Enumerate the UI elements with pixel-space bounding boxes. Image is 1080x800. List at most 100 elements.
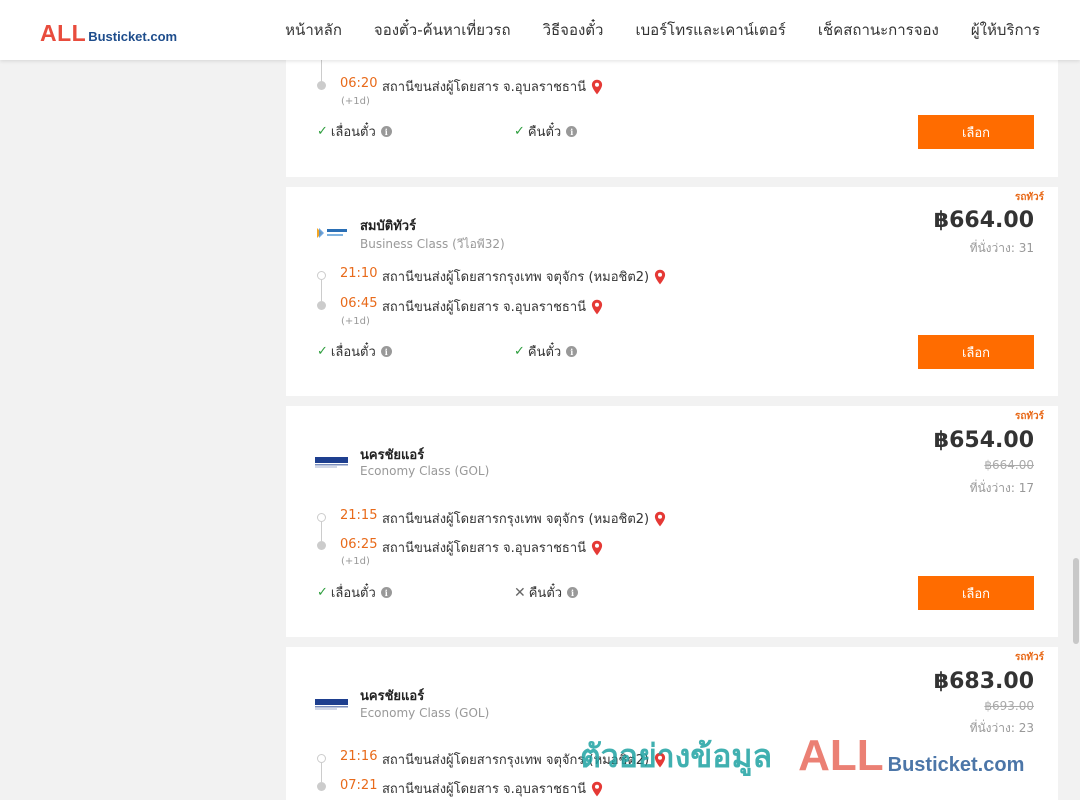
- map-pin-icon[interactable]: [654, 752, 666, 768]
- arrival-dot: [317, 541, 326, 550]
- operator-logo: [314, 225, 350, 241]
- site-logo[interactable]: ALL Busticket.com: [40, 20, 177, 46]
- info-icon[interactable]: i: [380, 346, 392, 357]
- feature-refund: ✓ คืนตั๋ว i: [514, 121, 578, 142]
- arrival-station: สถานีขนส่งผู้โดยสาร จ.อุบลราชธานี: [382, 296, 603, 317]
- main-nav: หน้าหลัก จองตั๋ว-ค้นหาเที่ยวรถ วิธีจองตั…: [253, 0, 1040, 60]
- arrival-dot: [317, 782, 326, 791]
- select-button[interactable]: เลือก: [918, 576, 1034, 610]
- check-icon: ✓: [317, 585, 328, 600]
- nakhonchai-air-logo-icon: [315, 699, 348, 710]
- arrival-dot: [317, 81, 326, 90]
- nav-contact-counters[interactable]: เบอร์โทรและเคาน์เตอร์: [635, 18, 785, 42]
- trip-card: รถทัวร์ สมบัติทัวร์ Business Class (วีไอ…: [286, 187, 1058, 396]
- info-icon[interactable]: i: [380, 587, 392, 598]
- arrival-time: 06:25: [340, 537, 378, 552]
- map-pin-icon[interactable]: [654, 511, 666, 527]
- plus-one-day: (+1d): [341, 96, 370, 107]
- logo-all: ALL: [40, 20, 87, 46]
- refund-label: คืนตั๋ว: [527, 125, 562, 140]
- nav-check-booking-status[interactable]: เช็คสถานะการจอง: [818, 18, 939, 42]
- departure-station-label: สถานีขนส่งผู้โดยสารกรุงเทพ จตุจักร (หมอช…: [382, 512, 650, 527]
- original-price: ฿693.00: [984, 699, 1034, 713]
- info-icon[interactable]: i: [567, 587, 579, 598]
- available-seats: ที่นั่งว่าง: 23: [969, 721, 1034, 735]
- departure-station: สถานีขนส่งผู้โดยสารกรุงเทพ จตุจักร (หมอช…: [382, 266, 666, 287]
- departure-station-label: สถานีขนส่งผู้โดยสารกรุงเทพ จตุจักร (หมอช…: [382, 270, 650, 285]
- info-icon[interactable]: i: [380, 126, 392, 137]
- trip-card: 06:20 สถานีขนส่งผู้โดยสาร จ.อุบลราชธานี …: [286, 40, 1058, 177]
- sombat-tour-logo-icon: [317, 228, 347, 238]
- cross-icon: ✕: [514, 584, 526, 601]
- available-seats: ที่นั่งว่าง: 17: [969, 481, 1034, 495]
- ticket-price: ฿664.00: [933, 208, 1034, 233]
- check-icon: ✓: [514, 124, 525, 139]
- departure-time: 21:10: [340, 266, 378, 281]
- feature-reschedule: ✓ เลื่อนตั๋ว i: [317, 582, 392, 603]
- trip-card: รถทัวร์ นครชัยแอร์ Economy Class (GOL) ฿…: [286, 647, 1058, 800]
- operator-logo: [314, 696, 350, 712]
- arrival-dot: [317, 301, 326, 310]
- nav-how-to-book[interactable]: วิธีจองตั๋ว: [543, 18, 604, 42]
- feature-reschedule: ✓ เลื่อนตั๋ว i: [317, 121, 392, 142]
- available-seats: ที่นั่งว่าง: 31: [969, 241, 1034, 255]
- arrival-time: 07:21: [340, 778, 378, 793]
- check-icon: ✓: [317, 344, 328, 359]
- select-button[interactable]: เลือก: [918, 115, 1034, 149]
- arrival-station: สถานีขนส่งผู้โดยสาร จ.อุบลราชธานี: [382, 778, 603, 799]
- departure-station: สถานีขนส่งผู้โดยสารกรุงเทพ จตุจักร (หมอช…: [382, 508, 666, 529]
- arrival-station-label: สถานีขนส่งผู้โดยสาร จ.อุบลราชธานี: [382, 782, 587, 797]
- operator-name: นครชัยแอร์: [360, 689, 425, 704]
- arrival-time: 06:20: [340, 76, 378, 91]
- original-price: ฿664.00: [984, 458, 1034, 472]
- timeline-line: [321, 763, 322, 782]
- nav-operators[interactable]: ผู้ให้บริการ: [971, 18, 1040, 42]
- nav-booking-search[interactable]: จองตั๋ว-ค้นหาเที่ยวรถ: [374, 18, 511, 42]
- operator-name: นครชัยแอร์: [360, 448, 425, 463]
- map-pin-icon[interactable]: [654, 269, 666, 285]
- departure-station-label: สถานีขนส่งผู้โดยสารกรุงเทพ จตุจักร (หมอช…: [382, 753, 650, 768]
- reschedule-label: เลื่อนตั๋ว: [330, 586, 376, 601]
- departure-dot: [317, 271, 326, 280]
- departure-time: 21:16: [340, 749, 378, 764]
- ticket-price: ฿654.00: [933, 428, 1034, 453]
- plus-one-day: (+1d): [341, 556, 370, 567]
- feature-reschedule: ✓ เลื่อนตั๋ว i: [317, 341, 392, 362]
- reschedule-label: เลื่อนตั๋ว: [330, 345, 376, 360]
- nakhonchai-air-logo-icon: [315, 457, 348, 468]
- map-pin-icon[interactable]: [591, 781, 603, 797]
- bus-type-tag: รถทัวร์: [1014, 652, 1044, 663]
- info-icon[interactable]: i: [566, 126, 578, 137]
- refund-label: คืนตั๋ว: [527, 345, 562, 360]
- bus-class: Economy Class (GOL): [360, 706, 490, 720]
- departure-dot: [317, 513, 326, 522]
- info-icon[interactable]: i: [566, 346, 578, 357]
- feature-refund: ✕ คืนตั๋ว i: [514, 582, 579, 603]
- map-pin-icon[interactable]: [591, 79, 603, 95]
- check-icon: ✓: [317, 124, 328, 139]
- timeline-line: [321, 522, 322, 541]
- operator-logo: [314, 454, 350, 470]
- refund-label: คืนตั๋ว: [528, 586, 563, 601]
- bus-type-tag: รถทัวร์: [1014, 192, 1044, 203]
- site-header: ALL Busticket.com หน้าหลัก จองตั๋ว-ค้นหา…: [0, 0, 1080, 60]
- departure-station: สถานีขนส่งผู้โดยสารกรุงเทพ จตุจักร (หมอช…: [382, 749, 666, 770]
- departure-time: 21:15: [340, 508, 378, 523]
- ticket-price: ฿683.00: [933, 669, 1034, 694]
- arrival-station-label: สถานีขนส่งผู้โดยสาร จ.อุบลราชธานี: [382, 541, 587, 556]
- arrival-station-label: สถานีขนส่งผู้โดยสาร จ.อุบลราชธานี: [382, 300, 587, 315]
- scrollbar-track[interactable]: [1072, 60, 1080, 800]
- bus-type-tag: รถทัวร์: [1014, 411, 1044, 422]
- nav-home[interactable]: หน้าหลัก: [285, 18, 342, 42]
- timeline-line: [321, 280, 322, 301]
- arrival-station-label: สถานีขนส่งผู้โดยสาร จ.อุบลราชธานี: [382, 80, 587, 95]
- operator-name: สมบัติทัวร์: [360, 219, 417, 234]
- scrollbar-thumb[interactable]: [1073, 558, 1079, 644]
- map-pin-icon[interactable]: [591, 540, 603, 556]
- map-pin-icon[interactable]: [591, 299, 603, 315]
- select-button[interactable]: เลือก: [918, 335, 1034, 369]
- bus-class: Business Class (วีไอพี32): [360, 237, 505, 251]
- departure-dot: [317, 754, 326, 763]
- arrival-station: สถานีขนส่งผู้โดยสาร จ.อุบลราชธานี: [382, 537, 603, 558]
- check-icon: ✓: [514, 344, 525, 359]
